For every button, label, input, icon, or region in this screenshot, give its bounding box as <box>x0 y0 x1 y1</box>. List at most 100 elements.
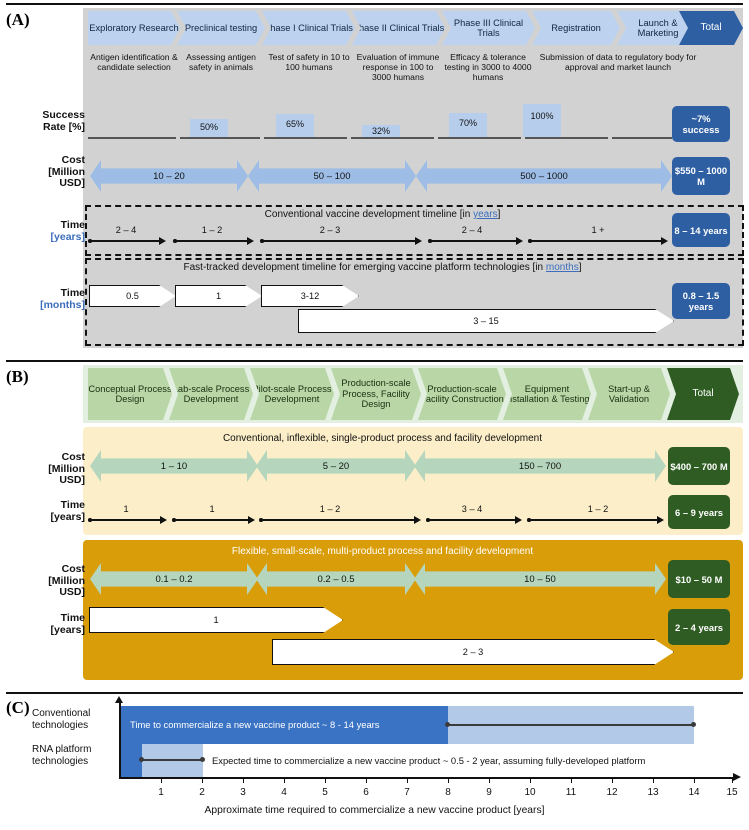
x-tick <box>653 778 655 783</box>
total-badge-time-months-a: 0.8 – 1.5 years <box>672 283 730 319</box>
stage-chevron-lab-scale-process-development: Lab-scale Process Development <box>169 368 253 420</box>
stage-desc-phase-i: Test of safety in 10 to 100 humans <box>268 52 350 72</box>
stage-desc-phase-iii: Efficacy & tolerance testing in 3000 to … <box>444 52 532 82</box>
stage-title: Registration <box>551 22 601 33</box>
range-dot-conventional-end <box>691 722 696 727</box>
success-value-registration: 100% <box>530 111 554 121</box>
category-label-rna-platform-technologies: RNA platform technologies <box>32 744 118 768</box>
total-badge-time-years-a: 8 – 14 years <box>672 213 730 247</box>
row-label-line2: Rate [%] <box>42 120 85 133</box>
stage-title: Phase II Clinical Trials <box>352 22 445 33</box>
row-label-line2: [years] <box>50 230 85 243</box>
fasttracked-timeline-banner: Fast-tracked development timeline for em… <box>95 262 670 273</box>
success-baseline-7 <box>612 137 672 139</box>
panel-c-top-rule <box>6 692 743 694</box>
stage-title: Preclinical testing <box>184 22 258 33</box>
bar-annotation-rna: Expected time to commercialize a new vac… <box>212 755 646 766</box>
timeline-b-conv-head-3 <box>414 515 421 524</box>
row-label-line1: Cost <box>61 154 85 166</box>
stage-chevron-phase-i: Phase I Clinical Trials <box>262 11 355 45</box>
x-tick-label: 13 <box>647 787 659 798</box>
stage-desc-phase-ii: Evaluation of immune response in 100 to … <box>356 52 440 82</box>
x-tick <box>407 778 409 783</box>
timeline-a-head-4 <box>516 236 523 245</box>
total-badge-cost-a: $550 – 1000 M <box>672 157 730 195</box>
banner-text-pre: Fast-tracked development timeline for em… <box>183 262 546 273</box>
category-text: RNA platform technologies <box>32 744 92 767</box>
x-axis-title: Approximate time required to commerciali… <box>204 805 545 816</box>
stage-title: Production-scale Facility Construction <box>420 383 504 404</box>
x-tick-label: 10 <box>524 787 536 798</box>
x-tick <box>489 778 491 783</box>
row-label-line1: Time <box>60 612 85 624</box>
timeline-b-conv-seg-1 <box>91 519 163 521</box>
timeline-b-conv-value-5: 1 – 2 <box>587 504 609 514</box>
bar-annotation-conventional: Time to commercialize a new vaccine prod… <box>130 719 380 730</box>
success-baseline-4 <box>351 137 434 139</box>
row-label-time-b-conventional: Time [years] <box>30 499 85 523</box>
row-label-line3: USD] <box>59 474 85 486</box>
y-axis-arrowhead-icon <box>115 696 123 703</box>
x-axis-arrowhead-icon <box>733 773 741 781</box>
fasttracked-arrow-2: 1 <box>175 285 262 307</box>
total-label: Total <box>692 387 714 399</box>
stage-title: Production-scale Process, Facility Desig… <box>341 378 411 410</box>
row-label-line1: Time <box>60 287 85 299</box>
stage-title: Phase I Clinical Trials <box>264 22 353 33</box>
stage-chevron-phase-ii: Phase II Clinical Trials <box>352 11 445 45</box>
banner-text-pre: Conventional vaccine development timelin… <box>264 209 474 220</box>
banner-text-post: ] <box>578 262 582 273</box>
x-tick-label: 6 <box>363 787 369 798</box>
stage-chevron-registration: Registration <box>532 11 620 45</box>
total-badge-cost-b-conventional: $400 – 700 M <box>668 447 730 485</box>
row-label-line1: Cost <box>61 451 85 463</box>
conventional-block-banner: Conventional, inflexible, single-product… <box>222 433 543 444</box>
timeline-a-head-1 <box>159 236 166 245</box>
range-dot-rna-end <box>200 757 205 762</box>
total-badge-time-b-conventional: 6 – 9 years <box>668 495 730 529</box>
row-label-time-b-flexible: Time [years] <box>30 612 85 636</box>
row-label-time-months-a: Time [months] <box>30 287 85 311</box>
x-tick-label: 9 <box>486 787 492 798</box>
stage-chevron-pilot-scale-process-development: Pilot-scale Process Development <box>250 368 334 420</box>
stage-chevron-equipment-installation-testing: Equipment Installation & Testing <box>503 368 591 420</box>
timeline-b-conv-seg-3 <box>262 519 417 521</box>
x-tick-label: 14 <box>688 787 700 798</box>
stage-chevron-exploratory-research: Exploratory Research <box>88 11 180 45</box>
success-value-phase-i: 65% <box>285 119 304 129</box>
success-value-phase-ii: 32% <box>371 126 390 136</box>
stage-desc-preclinical-testing: Assessing antigen safety in animals <box>186 52 256 72</box>
x-tick-label: 1 <box>158 787 164 798</box>
flexible-time-arrow-1: 1 <box>89 607 343 633</box>
stage-chevron-total: Total <box>679 11 743 45</box>
x-tick-label: 8 <box>445 787 451 798</box>
total-badge-time-b-flexible: 2 – 4 years <box>668 609 730 645</box>
stage-chevron-preclinical-testing: Preclinical testing <box>177 11 265 45</box>
x-tick <box>202 778 204 783</box>
timeline-a-seg-1 <box>91 240 162 242</box>
panel-a-top-rule <box>6 3 743 5</box>
row-label-cost-a: Cost [Million USD] <box>26 154 85 190</box>
x-tick-label: 15 <box>726 787 738 798</box>
flexible-time-arrow-2: 2 – 3 <box>272 639 674 665</box>
x-tick <box>243 778 245 783</box>
stage-chevron-production-scale-facility-construction: Production-scale Facility Construction <box>418 368 506 420</box>
total-label: Total <box>700 21 722 33</box>
x-tick <box>571 778 573 783</box>
stage-desc-exploratory-research: Antigen identification & candidate selec… <box>90 52 178 72</box>
stage-title: Lab-scale Process Development <box>172 383 250 404</box>
fasttracked-arrow-1: 0.5 <box>89 285 176 307</box>
timeline-a-head-5 <box>661 236 668 245</box>
stage-title: Pilot-scale Process Development <box>252 383 332 404</box>
x-tick <box>732 778 734 783</box>
timeline-a-head-3 <box>415 236 422 245</box>
timeline-a-head-2 <box>247 236 254 245</box>
x-tick <box>366 778 368 783</box>
range-dot-rna-start <box>139 757 144 762</box>
timeline-b-conv-value-3: 1 – 2 <box>319 504 341 514</box>
timeline-a-seg-3 <box>263 240 418 242</box>
x-tick-label: 12 <box>606 787 618 798</box>
panel-b-top-rule <box>6 360 743 362</box>
x-tick <box>284 778 286 783</box>
timeline-b-conv-head-2 <box>248 515 255 524</box>
